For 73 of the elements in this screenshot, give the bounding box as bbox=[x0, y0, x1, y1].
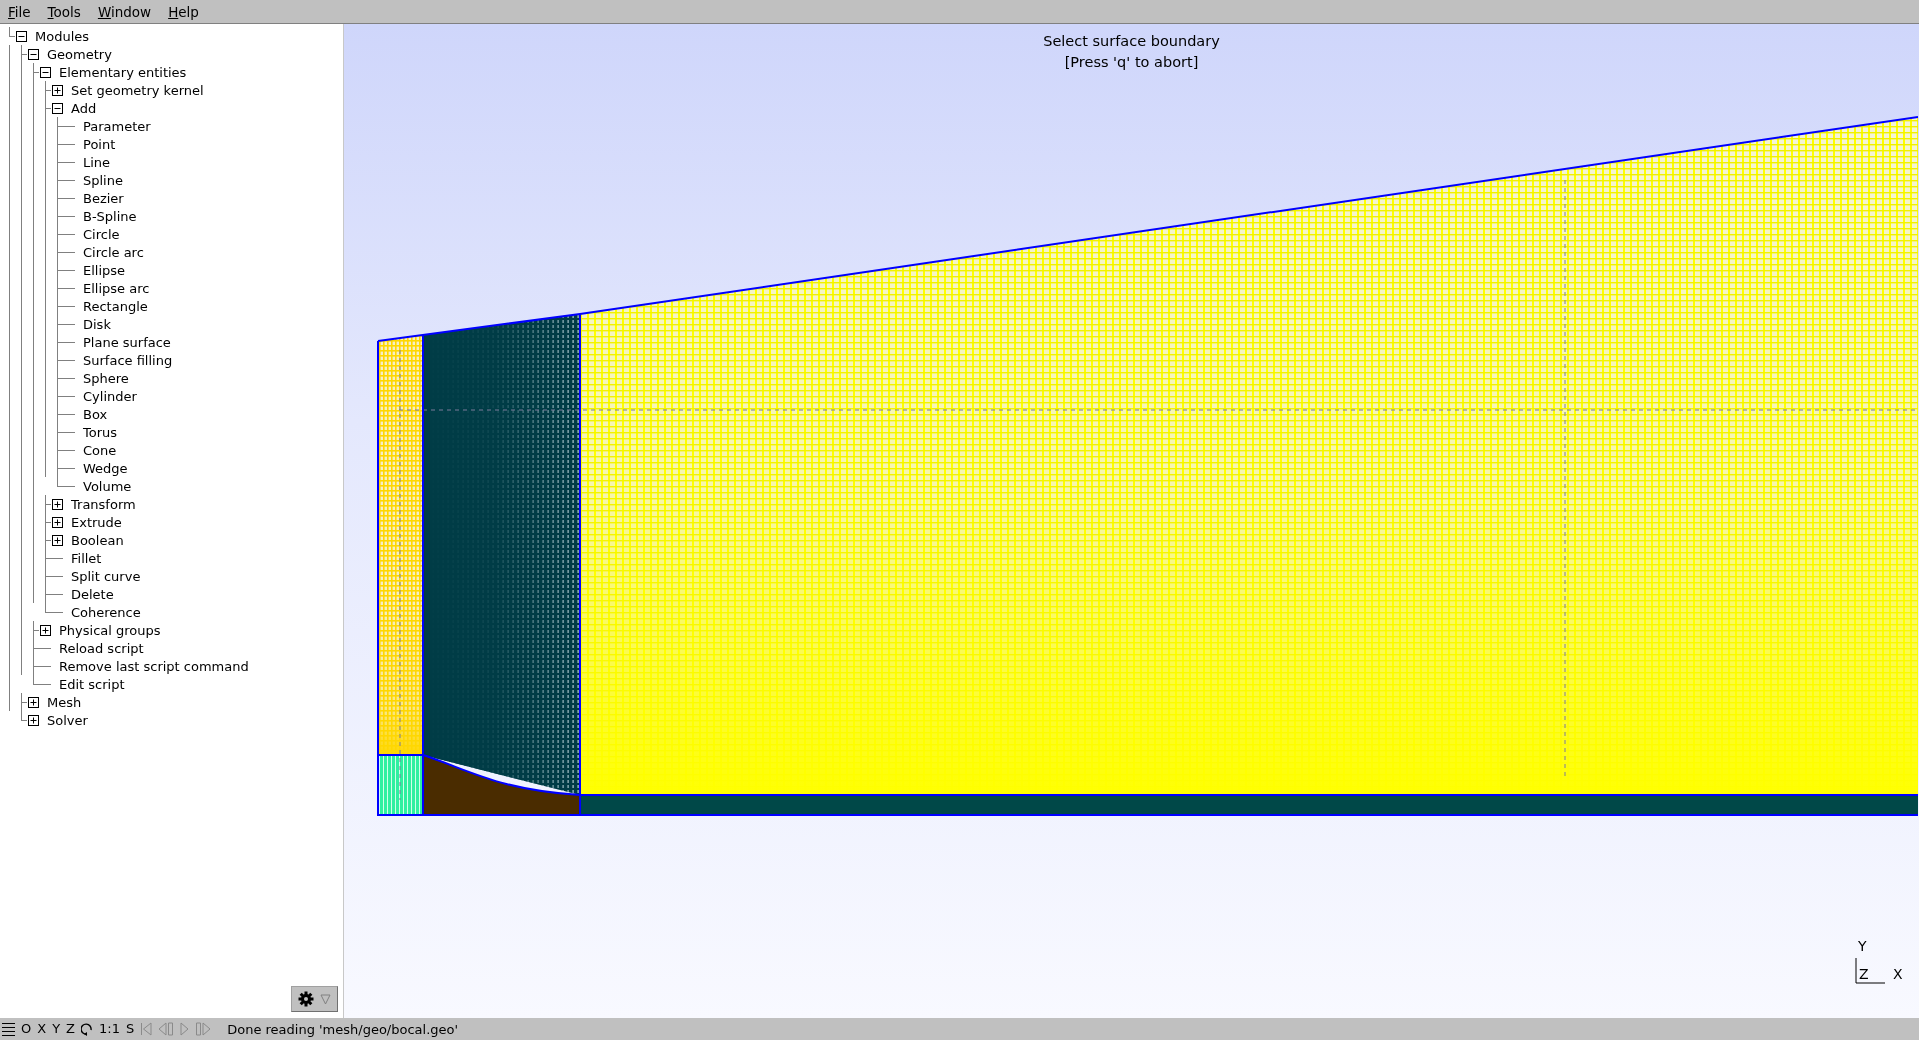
tree-item[interactable]: Solver bbox=[47, 712, 88, 728]
expand-toggle[interactable] bbox=[27, 48, 39, 60]
tree-item[interactable]: Ellipse arc bbox=[83, 280, 150, 296]
expand-toggle[interactable] bbox=[51, 516, 63, 528]
menu-item[interactable]: Window bbox=[97, 3, 152, 20]
tree-item[interactable]: Point bbox=[83, 136, 116, 152]
status-message: Done reading 'mesh/geo/bocal.geo' bbox=[227, 1021, 459, 1037]
caret-icon bbox=[320, 993, 331, 1005]
axis-label: Y bbox=[1858, 938, 1867, 954]
tree-item[interactable]: Remove last script command bbox=[59, 658, 249, 674]
settings-icon bbox=[298, 991, 314, 1007]
tree-item[interactable]: Edit script bbox=[59, 676, 125, 692]
menu-item[interactable]: Tools bbox=[47, 3, 81, 20]
tree-item[interactable]: Volume bbox=[83, 478, 132, 494]
tree-item[interactable]: Reload script bbox=[59, 640, 144, 656]
tree-item[interactable]: Cylinder bbox=[83, 388, 137, 404]
tree-item[interactable]: Modules bbox=[35, 28, 90, 44]
tree-item[interactable]: B-Spline bbox=[83, 208, 137, 224]
view-button[interactable]: O bbox=[21, 1021, 32, 1037]
tree-item[interactable]: Transform bbox=[71, 496, 136, 512]
tree-item[interactable]: Box bbox=[83, 406, 108, 422]
tree-item[interactable]: Spline bbox=[83, 172, 123, 188]
tree-item[interactable]: Cone bbox=[83, 442, 117, 458]
tree-item[interactable]: Split curve bbox=[71, 568, 141, 584]
tree-item[interactable]: Extrude bbox=[71, 514, 122, 530]
tree-item[interactable]: Geometry bbox=[47, 46, 112, 62]
tree-item[interactable]: Parameter bbox=[83, 118, 151, 134]
scale-button[interactable]: S bbox=[125, 1021, 135, 1037]
tree-item[interactable]: Add bbox=[71, 100, 97, 116]
scale-button[interactable]: 1:1 bbox=[99, 1021, 120, 1037]
tree-item[interactable]: Coherence bbox=[71, 604, 141, 620]
view-button[interactable]: Z bbox=[66, 1021, 75, 1037]
tree-item[interactable]: Sphere bbox=[83, 370, 129, 386]
expand-toggle[interactable] bbox=[51, 498, 63, 510]
tree-item[interactable]: Fillet bbox=[71, 550, 102, 566]
expand-toggle[interactable] bbox=[15, 30, 27, 42]
tree-item[interactable]: Circle arc bbox=[83, 244, 144, 260]
settings-button[interactable] bbox=[291, 986, 338, 1012]
tree-item[interactable]: Line bbox=[83, 154, 111, 170]
expand-toggle[interactable] bbox=[51, 102, 63, 114]
view-button[interactable]: Y bbox=[52, 1021, 61, 1037]
menu-item[interactable]: Help bbox=[168, 3, 199, 20]
expand-toggle[interactable] bbox=[27, 714, 39, 726]
expand-toggle[interactable] bbox=[27, 696, 39, 708]
rotate-icon[interactable] bbox=[81, 1022, 93, 1036]
expand-toggle[interactable] bbox=[51, 534, 63, 546]
prompt-text: [Press 'q' to abort] bbox=[1064, 53, 1199, 72]
view-button[interactable]: X bbox=[37, 1021, 47, 1037]
tree-item[interactable]: Circle bbox=[83, 226, 120, 242]
tree-item[interactable]: Bezier bbox=[83, 190, 124, 206]
graphics-viewport[interactable]: Select surface boundary [Press 'q' to abort] Y Z X bbox=[344, 24, 1919, 1018]
tree-item[interactable]: Disk bbox=[83, 316, 111, 332]
menu-item[interactable]: File bbox=[8, 3, 31, 20]
axis-label: Z bbox=[1859, 966, 1869, 982]
expand-toggle[interactable] bbox=[39, 66, 51, 78]
tree-item[interactable]: Plane surface bbox=[83, 334, 171, 350]
tree-item[interactable]: Set geometry kernel bbox=[71, 82, 204, 98]
tree-item[interactable]: Elementary entities bbox=[59, 64, 187, 80]
tree-item[interactable]: Surface filling bbox=[83, 352, 173, 368]
tree-item[interactable]: Torus bbox=[83, 424, 118, 440]
tree-item[interactable]: Physical groups bbox=[59, 622, 161, 638]
expand-toggle[interactable] bbox=[51, 84, 63, 96]
tree-item[interactable]: Delete bbox=[71, 586, 114, 602]
prompt-text: Select surface boundary bbox=[1043, 32, 1220, 51]
tree-item[interactable]: Wedge bbox=[83, 460, 128, 476]
tree-item[interactable]: Mesh bbox=[47, 694, 82, 710]
tree-item[interactable]: Ellipse bbox=[83, 262, 126, 278]
expand-toggle[interactable] bbox=[39, 624, 51, 636]
tree-item[interactable]: Rectangle bbox=[83, 298, 148, 314]
menu-icon[interactable] bbox=[2, 1022, 15, 1036]
tree-item[interactable]: Boolean bbox=[71, 532, 124, 548]
axis-triad-icon bbox=[1855, 958, 1885, 984]
axis-label: X bbox=[1893, 966, 1903, 982]
